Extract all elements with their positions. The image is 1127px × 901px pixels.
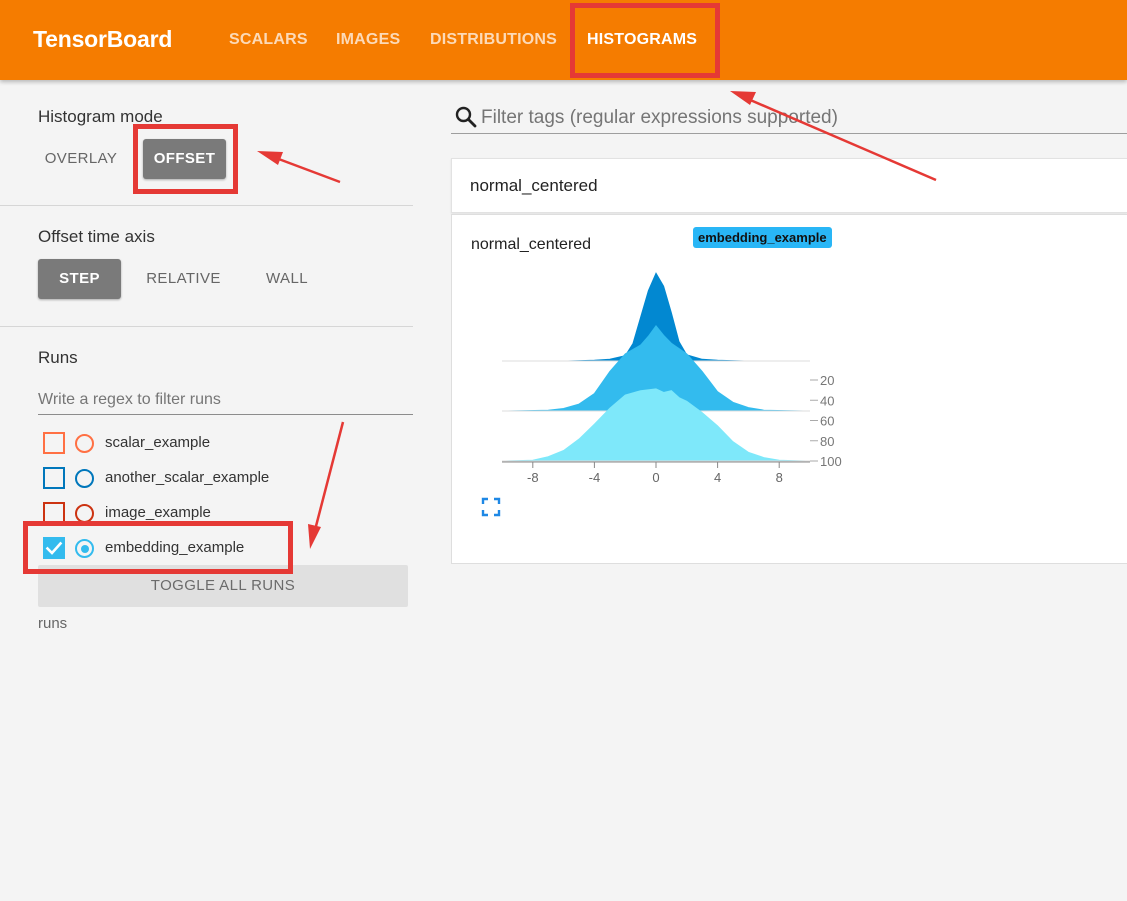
section-divider [0,326,413,327]
run-label: scalar_example [105,434,211,451]
highlight-box [570,3,720,78]
highlight-box [133,124,238,194]
annotation-arrowhead [730,91,756,105]
x-axis-tick-label: 4 [714,470,721,485]
y-axis-tick-label: 20 [820,373,834,388]
top-app-bar: TensorBoard SCALARS IMAGES DISTRIBUTIONS… [0,0,1127,80]
histogram-ridge [501,388,811,462]
runs-footer-text: runs [38,615,68,632]
histogram-card: normal_centered embedding_example -8 -4 0 4… [451,214,1127,564]
run-checkbox[interactable] [43,432,65,454]
tab-scalars[interactable]: SCALARS [229,31,308,49]
search-underline [451,133,1127,134]
run-item-another-scalar-example[interactable]: another_scalar_example [43,467,403,491]
run-label: another_scalar_example [105,469,270,486]
run-filter-input[interactable] [38,385,413,415]
histogram-chart[interactable]: -8 -4 0 4 8 20 40 60 80 100 [452,215,1127,495]
overlay-mode-button[interactable]: OVERLAY [38,139,124,179]
offset-time-axis-title: Offset time axis [38,227,155,246]
y-axis-tick-label: 100 [820,454,842,469]
app-title: TensorBoard [33,26,173,52]
run-checkbox[interactable] [43,467,65,489]
tab-images[interactable]: IMAGES [336,31,400,49]
run-radio[interactable] [75,434,94,453]
y-axis-tick-label: 60 [820,414,834,429]
x-axis-tick-label: 0 [652,470,659,485]
run-radio[interactable] [75,469,94,488]
relative-axis-button[interactable]: RELATIVE [137,259,230,299]
x-axis-tick-label: -8 [527,470,539,485]
category-title: normal_centered [470,176,598,195]
runs-title: Runs [38,348,78,367]
fullscreen-icon[interactable] [481,497,501,517]
tab-distributions[interactable]: DISTRIBUTIONS [430,31,557,49]
search-icon [455,106,477,128]
tag-filter-input[interactable] [481,104,1121,132]
wall-axis-button[interactable]: WALL [252,259,322,299]
run-label: image_example [105,504,211,521]
y-axis-tick-label: 40 [820,393,834,408]
step-axis-button[interactable]: STEP [38,259,121,299]
sidebar: Histogram mode OVERLAY OFFSET Offset tim… [0,80,413,901]
section-divider [0,205,413,206]
y-axis-tick-label: 80 [820,434,834,449]
x-axis-tick-label: 8 [776,470,783,485]
run-item-scalar-example[interactable]: scalar_example [43,432,403,456]
category-pane-header[interactable]: normal_centered [451,158,1127,213]
x-axis-tick-label: -4 [589,470,601,485]
highlight-box [23,521,293,574]
